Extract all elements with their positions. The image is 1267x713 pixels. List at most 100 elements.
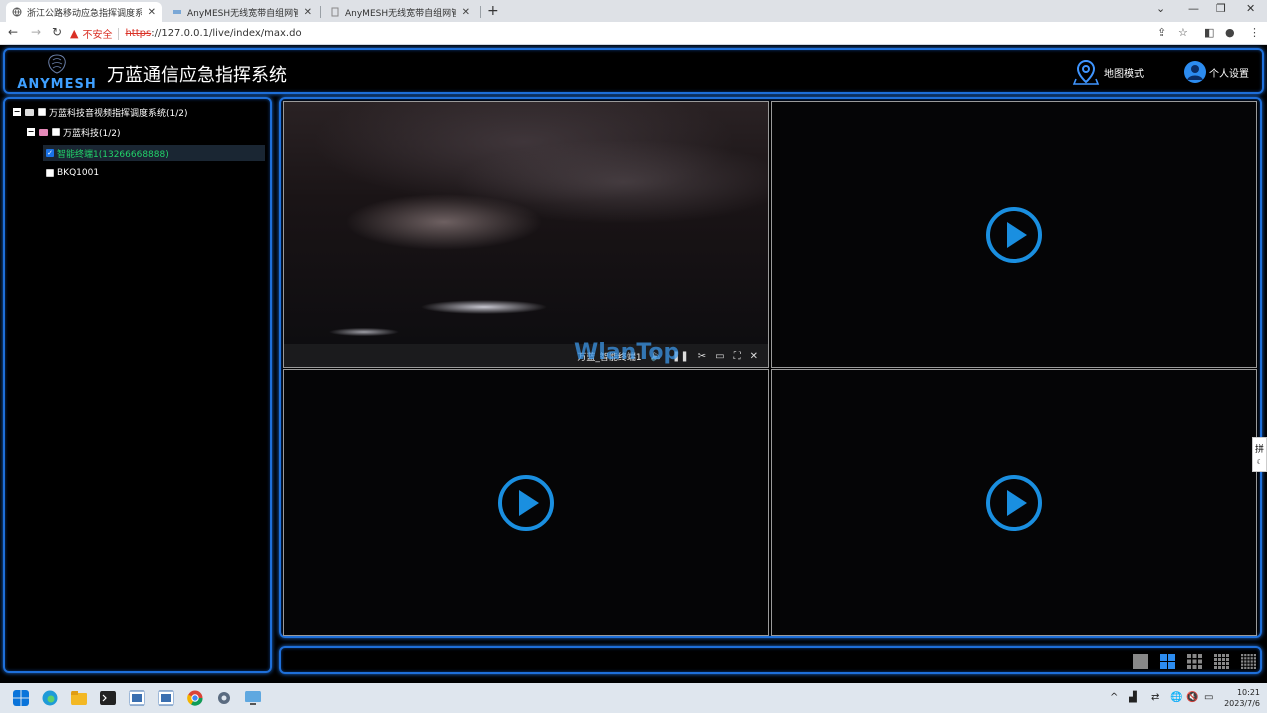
tree-checkbox-checked[interactable]: ✓ — [46, 149, 54, 157]
tab-divider — [480, 6, 481, 18]
chevron-up-icon[interactable]: ^ — [1110, 692, 1118, 703]
page-title: 万蓝通信应急指挥系统 — [107, 65, 287, 86]
layout-2x2-icon[interactable] — [1160, 654, 1175, 669]
new-tab-button[interactable]: + — [487, 3, 499, 19]
map-mode-button[interactable]: 地图模式 — [1072, 58, 1144, 86]
url-path: ://127.0.0.1/live/index/max.do — [151, 28, 302, 39]
app-window-icon[interactable] — [129, 690, 145, 706]
user-avatar-icon — [1184, 61, 1206, 83]
record-icon[interactable]: ▭ — [715, 351, 724, 362]
layout-4x4-icon[interactable] — [1214, 654, 1229, 669]
tree-checkbox[interactable] — [46, 169, 54, 177]
url-input[interactable]: ▲ 不安全 https ://127.0.0.1/live/index/max.… — [70, 24, 1190, 43]
volume-muted-icon[interactable]: 🔇 — [1186, 692, 1198, 703]
app-header: ANYMESH 万蓝通信应急指挥系统 地图模式 个人设置 — [3, 48, 1264, 94]
map-mode-label: 地图模式 — [1104, 68, 1144, 80]
play-icon[interactable] — [497, 474, 555, 532]
file-explorer-icon[interactable] — [71, 690, 87, 706]
edge-browser-icon[interactable] — [42, 690, 58, 706]
clock-time: 10:21 — [1236, 688, 1260, 697]
watermark: WlanTop — [574, 340, 680, 365]
chevron-down-icon[interactable]: ⌄ — [1156, 2, 1165, 15]
video-cell-3[interactable] — [283, 369, 769, 636]
tree-group-label: 万蓝科技(1/2) — [63, 128, 121, 139]
warning-icon: ▲ — [70, 27, 79, 40]
profile-icon[interactable]: ● — [1225, 26, 1235, 39]
insecure-label: 不安全 — [82, 30, 113, 41]
tab-title: AnyMESH无线宽带自组网管理 — [345, 8, 456, 19]
back-icon[interactable]: ← — [8, 25, 18, 39]
close-icon[interactable]: ✕ — [750, 351, 758, 362]
tree-checkbox[interactable] — [38, 108, 46, 116]
device-tree-panel: − 万蓝科技音视频指挥调度系统(1/2) − 万蓝科技(1/2) ✓ 智能终端1… — [3, 97, 272, 673]
scissors-icon[interactable]: ✂ — [698, 351, 706, 362]
minimize-icon[interactable]: — — [1188, 2, 1199, 15]
remote-desktop-icon[interactable] — [245, 690, 261, 706]
share-icon[interactable]: ⇪ — [1157, 26, 1166, 39]
page-favicon-icon — [173, 10, 181, 14]
settings-gear-icon[interactable] — [216, 690, 232, 706]
forward-icon[interactable]: → — [31, 25, 41, 39]
page-favicon-icon — [331, 7, 339, 17]
video-toolbar: 万蓝_智能终端1 🔈 ❚❚ ✂ ▭ ⛶ ✕ — [284, 344, 768, 367]
video-cell-1[interactable]: 万蓝_智能终端1 🔈 ❚❚ ✂ ▭ ⛶ ✕ WlanTop — [283, 101, 769, 368]
network-stats-icon[interactable]: ▟ — [1129, 692, 1137, 703]
logo-mark-icon — [48, 54, 66, 74]
network-icon[interactable]: ⇄ — [1151, 692, 1159, 703]
tree-device-label: 智能终端1(13266668888) — [57, 149, 169, 160]
system-clock[interactable]: 10:21 2023/7/6 — [1222, 687, 1260, 709]
app-root: ANYMESH 万蓝通信应急指挥系统 地图模式 个人设置 − 万蓝科技音视频指挥… — [0, 45, 1267, 683]
tree-device-item[interactable]: ✓ 智能终端1(13266668888) — [43, 145, 265, 161]
settings-label: 个人设置 — [1209, 68, 1249, 80]
layout-1x1-icon[interactable] — [1133, 654, 1148, 669]
window-close-icon[interactable]: ✕ — [1246, 2, 1255, 15]
tree-root-label: 万蓝科技音视频指挥调度系统(1/2) — [49, 108, 188, 119]
side-panel-icon[interactable]: ◧ — [1204, 26, 1214, 39]
video-grid-panel: 万蓝_智能终端1 🔈 ❚❚ ✂ ▭ ⛶ ✕ WlanTop — [279, 97, 1262, 638]
chrome-icon[interactable] — [187, 690, 203, 706]
url-scheme: https — [125, 28, 152, 39]
play-icon[interactable] — [985, 474, 1043, 532]
folder-open-icon — [39, 128, 48, 136]
reload-icon[interactable]: ↻ — [52, 25, 62, 39]
app-window-icon[interactable] — [158, 690, 174, 706]
close-icon[interactable]: ✕ — [148, 7, 156, 18]
close-icon[interactable]: ✕ — [304, 7, 312, 18]
fullscreen-icon[interactable]: ⛶ — [734, 351, 741, 362]
terminal-icon[interactable] — [100, 690, 116, 706]
collapse-icon[interactable]: − — [27, 128, 35, 136]
tab-title: 浙江公路移动应急指挥调度系统 — [27, 8, 142, 19]
personal-settings-button[interactable]: 个人设置 — [1183, 60, 1249, 84]
video-cell-2[interactable] — [771, 101, 1257, 368]
battery-icon[interactable]: ▭ — [1204, 692, 1213, 703]
ime-indicator[interactable]: 拼 ☾ — [1252, 437, 1267, 472]
video-cell-4[interactable] — [771, 369, 1257, 636]
tree-root[interactable]: − 万蓝科技音视频指挥调度系统(1/2) — [13, 104, 188, 120]
map-pin-icon — [1072, 59, 1100, 85]
bookmark-star-icon[interactable]: ☆ — [1178, 26, 1188, 39]
restore-icon[interactable]: ❐ — [1216, 2, 1226, 15]
clock-date: 2023/7/6 — [1224, 699, 1260, 708]
ime-label: 拼 — [1254, 445, 1264, 455]
browser-tab[interactable]: AnyMESH无线宽带自组网管理 ✕ — [324, 2, 476, 22]
ime-mode-icon: ☾ — [1256, 458, 1263, 466]
omnibox-divider — [118, 27, 120, 40]
play-icon[interactable] — [985, 206, 1043, 264]
layout-5x5-icon[interactable] — [1241, 654, 1256, 669]
globe-icon[interactable]: 🌐 — [1170, 692, 1182, 703]
tab-title: AnyMESH无线宽带自组网管理 — [187, 8, 298, 19]
browser-tab-bar: 浙江公路移动应急指挥调度系统 ✕ AnyMESH无线宽带自组网管理 ✕ AnyM… — [0, 0, 1267, 22]
folder-icon — [25, 108, 34, 116]
tree-checkbox[interactable] — [52, 128, 60, 136]
close-icon[interactable]: ✕ — [462, 7, 470, 18]
browser-tab-active[interactable]: 浙江公路移动应急指挥调度系统 ✕ — [6, 2, 162, 22]
layout-3x3-icon[interactable] — [1187, 654, 1202, 669]
menu-kebab-icon[interactable]: ⋮ — [1249, 26, 1260, 39]
tree-device-item[interactable]: BKQ1001 — [46, 165, 99, 181]
collapse-icon[interactable]: − — [13, 108, 21, 116]
windows-start-icon[interactable] — [13, 690, 29, 706]
tree-group[interactable]: − 万蓝科技(1/2) — [27, 124, 121, 140]
browser-tab[interactable]: AnyMESH无线宽带自组网管理 ✕ — [166, 2, 318, 22]
logo-text: ANYMESH — [17, 77, 97, 92]
logo: ANYMESH — [17, 54, 97, 92]
